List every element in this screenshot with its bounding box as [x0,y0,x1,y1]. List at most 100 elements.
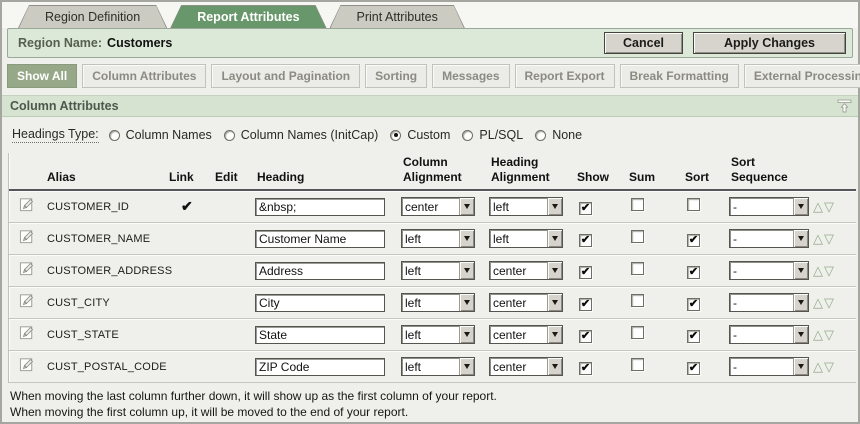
sort-sequence-select[interactable]: - [729,293,809,312]
table-row: CUSTOMER_NAME ✔ left left ✔ ✔ ✔ - △▽ [9,223,856,255]
heading-alignment-select[interactable]: left [489,197,563,216]
headings-type-option-column-names-initcap[interactable]: Column Names (InitCap) [224,128,379,142]
col-header-edit: Edit [213,170,255,185]
sort-checkbox[interactable]: ✔ [687,266,700,279]
heading-alignment-select[interactable]: left [489,229,563,248]
move-down-icon[interactable]: ▽ [824,199,834,214]
region-name-value: Customers [107,36,172,50]
sort-sequence-select[interactable]: - [729,197,809,216]
sort-checkbox[interactable]: ✔ [687,198,700,211]
move-up-icon[interactable]: △ [813,199,823,214]
table-row: CUST_POSTAL_CODE ✔ left center ✔ ✔ ✔ - △… [9,351,856,383]
sum-checkbox[interactable]: ✔ [631,326,644,339]
column-alignment-select[interactable]: left [401,357,475,376]
dropdown-arrow-icon [547,230,562,247]
radio-icon[interactable] [535,130,546,141]
toolbar-button-break-formatting[interactable]: Break Formatting [620,64,739,88]
sum-checkbox[interactable]: ✔ [631,262,644,275]
sort-checkbox[interactable]: ✔ [687,234,700,247]
tab-label: Region Definition [19,6,166,28]
move-down-icon[interactable]: ▽ [824,295,834,310]
headings-type-option-column-names[interactable]: Column Names [109,128,212,142]
show-checkbox[interactable]: ✔ [579,266,592,279]
edit-pencil-icon[interactable] [19,292,36,309]
sort-checkbox[interactable]: ✔ [687,330,700,343]
radio-icon[interactable] [390,130,401,141]
headings-type-option-custom[interactable]: Custom [390,128,450,142]
alias-cell: CUSTOMER_ADDRESS [45,265,167,277]
heading-input[interactable] [255,262,385,280]
edit-pencil-icon[interactable] [19,196,36,213]
show-checkbox[interactable]: ✔ [579,362,592,375]
column-alignment-select[interactable]: left [401,261,475,280]
dropdown-arrow-icon [793,326,808,343]
move-up-icon[interactable]: △ [813,359,823,374]
link-check-icon: ✔ [167,326,181,342]
tab-print-attributes[interactable]: Print Attributes [330,5,465,28]
edit-pencil-icon[interactable] [19,228,36,245]
cancel-button[interactable]: Cancel [604,32,683,54]
edit-pencil-icon[interactable] [19,356,36,373]
toolbar-button-show-all[interactable]: Show All [7,64,77,88]
headings-type-option-plsql[interactable]: PL/SQL [462,128,523,142]
move-down-icon[interactable]: ▽ [824,263,834,278]
sort-sequence-select[interactable]: - [729,229,809,248]
heading-input[interactable] [255,198,385,216]
column-alignment-select[interactable]: left [401,293,475,312]
toolbar-button-report-export[interactable]: Report Export [515,64,615,88]
move-up-icon[interactable]: △ [813,295,823,310]
radio-icon[interactable] [109,130,120,141]
help-text-line: When moving the first column up, it will… [10,404,858,420]
sort-sequence-select[interactable]: - [729,325,809,344]
radio-icon[interactable] [224,130,235,141]
heading-input[interactable] [255,326,385,344]
heading-alignment-select[interactable]: center [489,357,563,376]
dropdown-arrow-icon [459,358,474,375]
radio-label: Column Names [126,128,212,142]
toolbar-button-layout-and-pagination[interactable]: Layout and Pagination [211,64,360,88]
sort-sequence-select[interactable]: - [729,357,809,376]
sum-checkbox[interactable]: ✔ [631,358,644,371]
sum-checkbox[interactable]: ✔ [631,198,644,211]
sum-checkbox[interactable]: ✔ [631,230,644,243]
dropdown-arrow-icon [793,230,808,247]
show-checkbox[interactable]: ✔ [579,330,592,343]
show-checkbox[interactable]: ✔ [579,234,592,247]
sum-checkbox[interactable]: ✔ [631,294,644,307]
edit-pencil-icon[interactable] [19,260,36,277]
move-down-icon[interactable]: ▽ [824,359,834,374]
heading-alignment-select[interactable]: center [489,325,563,344]
dropdown-arrow-icon [793,294,808,311]
heading-alignment-select[interactable]: center [489,293,563,312]
column-alignment-select[interactable]: center [401,197,475,216]
column-alignment-select[interactable]: left [401,229,475,248]
move-down-icon[interactable]: ▽ [824,327,834,342]
tab-report-attributes[interactable]: Report Attributes [170,5,326,28]
move-up-icon[interactable]: △ [813,327,823,342]
toolbar-button-sorting[interactable]: Sorting [365,64,427,88]
scroll-to-top-icon[interactable] [837,99,852,113]
tab-region-definition[interactable]: Region Definition [18,5,167,28]
show-checkbox[interactable]: ✔ [579,298,592,311]
toolbar-button-external-processing[interactable]: External Processing [744,64,860,88]
radio-icon[interactable] [462,130,473,141]
col-header-heading-alignment: Heading Alignment [489,155,575,185]
move-down-icon[interactable]: ▽ [824,231,834,246]
headings-type-option-none[interactable]: None [535,128,582,142]
sort-sequence-select[interactable]: - [729,261,809,280]
show-checkbox[interactable]: ✔ [579,202,592,215]
heading-input[interactable] [255,230,385,248]
move-up-icon[interactable]: △ [813,263,823,278]
move-up-icon[interactable]: △ [813,231,823,246]
toolbar-button-column-attributes[interactable]: Column Attributes [82,64,206,88]
heading-input[interactable] [255,294,385,312]
radio-label: Custom [407,128,450,142]
edit-pencil-icon[interactable] [19,324,36,341]
column-alignment-select[interactable]: left [401,325,475,344]
sort-checkbox[interactable]: ✔ [687,298,700,311]
heading-alignment-select[interactable]: center [489,261,563,280]
toolbar-button-messages[interactable]: Messages [432,64,509,88]
sort-checkbox[interactable]: ✔ [687,362,700,375]
heading-input[interactable] [255,358,385,376]
apply-changes-button[interactable]: Apply Changes [693,32,846,54]
